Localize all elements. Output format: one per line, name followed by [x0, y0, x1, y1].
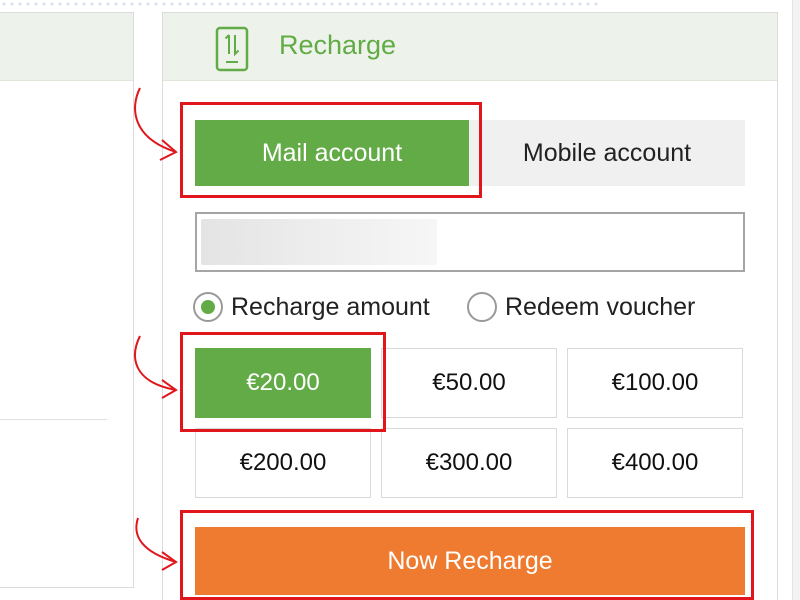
radio-label: Recharge amount	[231, 292, 430, 321]
tab-mail-account[interactable]: Mail account	[195, 120, 469, 186]
amount-option-100[interactable]: €100.00	[567, 348, 743, 418]
scrollbar[interactable]	[792, 0, 800, 600]
radio-button-unchecked[interactable]	[467, 292, 497, 322]
account-input[interactable]	[195, 212, 745, 272]
radio-button-checked[interactable]	[193, 292, 223, 322]
radio-redeem-voucher[interactable]: Redeem voucher	[467, 291, 695, 323]
amount-option-200[interactable]: €200.00	[195, 428, 371, 498]
now-recharge-button[interactable]: Now Recharge	[195, 527, 745, 595]
radio-recharge-amount[interactable]: Recharge amount	[193, 291, 430, 323]
amount-option-400[interactable]: €400.00	[567, 428, 743, 498]
account-value-blurred	[201, 219, 437, 265]
tab-mobile-account[interactable]: Mobile account	[469, 120, 745, 186]
amount-option-20[interactable]: €20.00	[195, 348, 371, 418]
amount-option-50[interactable]: €50.00	[381, 348, 557, 418]
left-panel	[0, 12, 134, 588]
recharge-header: Recharge	[163, 13, 777, 81]
left-panel-header	[0, 13, 133, 81]
phone-icon	[215, 26, 249, 72]
recharge-panel: Recharge Mail account Mobile account Rec…	[162, 12, 778, 600]
amount-option-300[interactable]: €300.00	[381, 428, 557, 498]
decorative-dots	[0, 0, 600, 8]
page-title: Recharge	[279, 30, 397, 60]
radio-label: Redeem voucher	[505, 292, 696, 321]
divider	[0, 419, 107, 420]
